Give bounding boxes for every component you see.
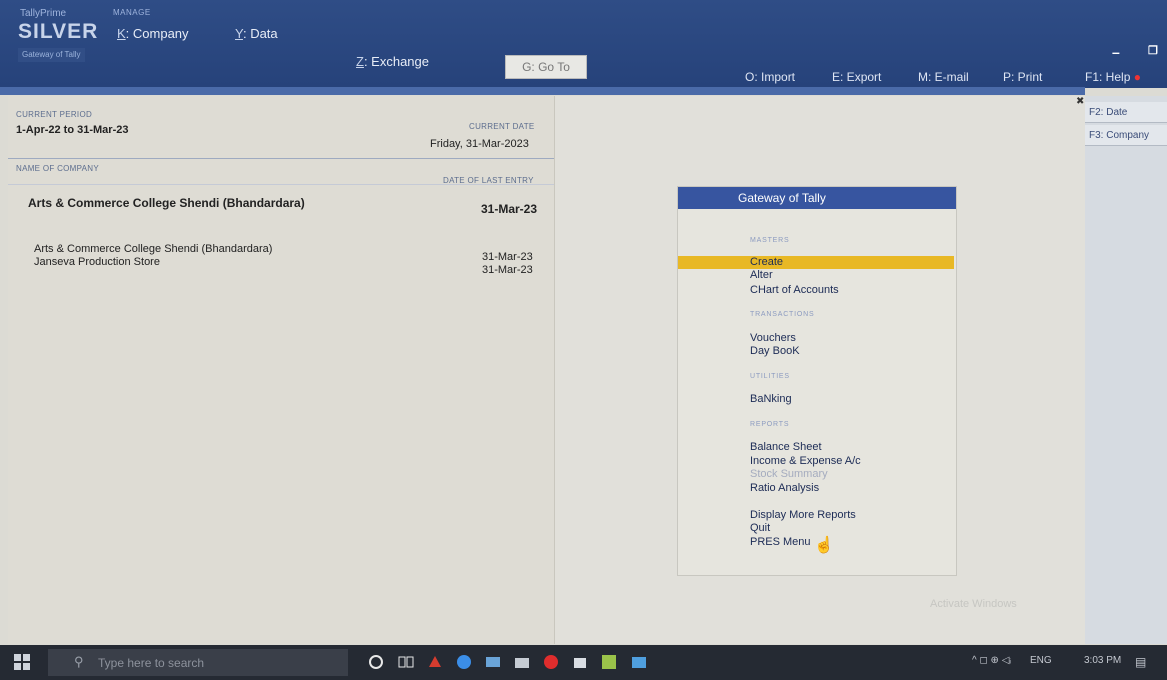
cortana-icon[interactable] bbox=[367, 653, 385, 671]
menu-pres[interactable]: PRES Menu bbox=[750, 536, 811, 548]
title-bar: TallyPrime MANAGE SILVER Gateway of Tall… bbox=[0, 0, 1167, 88]
gateway-title: Gateway of Tally bbox=[678, 187, 956, 209]
taskbar-search[interactable]: ⚲ Type here to search bbox=[48, 649, 348, 676]
header-divider bbox=[0, 87, 1085, 95]
company-list-date: 31-Mar-23 bbox=[482, 251, 533, 263]
notification-icon[interactable]: ▤ bbox=[1135, 655, 1146, 669]
menu-alter[interactable]: Alter bbox=[750, 269, 773, 281]
divider bbox=[8, 158, 554, 159]
menu-data[interactable]: Y: Data bbox=[235, 26, 278, 41]
windows-start-icon[interactable] bbox=[14, 654, 30, 670]
company-name-header: NAME OF COMPANY bbox=[16, 164, 100, 173]
acrobat-icon[interactable] bbox=[426, 653, 444, 671]
tally-window: TallyPrime MANAGE SILVER Gateway of Tall… bbox=[0, 0, 1167, 645]
minimize-icon[interactable]: – bbox=[1112, 44, 1120, 60]
help-indicator-icon: ● bbox=[1133, 70, 1141, 84]
opera-icon[interactable] bbox=[542, 653, 560, 671]
hand-cursor-icon: ☝ bbox=[814, 537, 834, 554]
current-date-label: CURRENT DATE bbox=[469, 122, 535, 131]
maximize-icon[interactable]: ❐ bbox=[1148, 44, 1158, 57]
brand-manage: MANAGE bbox=[113, 8, 151, 17]
task-view-icon[interactable] bbox=[397, 653, 415, 671]
section-transactions: TRANSACTIONS bbox=[750, 311, 815, 318]
company-list-item[interactable]: Arts & Commerce College Shendi (Bhandard… bbox=[34, 243, 272, 255]
menu-display-more-reports[interactable]: Display More Reports bbox=[750, 509, 856, 521]
app-icon[interactable] bbox=[484, 653, 502, 671]
menu-quit[interactable]: Quit bbox=[750, 522, 770, 534]
menu-banking[interactable]: BaNking bbox=[750, 393, 792, 405]
menu-import[interactable]: O: Import bbox=[745, 70, 795, 84]
menu-chart-of-accounts[interactable]: CHart of Accounts bbox=[750, 284, 839, 296]
menu-ratio-analysis[interactable]: Ratio Analysis bbox=[750, 482, 819, 494]
section-utilities: UTILITIES bbox=[750, 373, 790, 380]
menu-help[interactable]: F1: Help ● bbox=[1085, 70, 1141, 84]
gateway-menu: Gateway of Tally MASTERS Create Alter CH… bbox=[677, 186, 957, 576]
activation-watermark: Activate Windows bbox=[930, 598, 1017, 610]
menu-create[interactable]: Create bbox=[678, 256, 954, 269]
edge-icon[interactable] bbox=[455, 653, 473, 671]
current-period-label: CURRENT PERIOD bbox=[16, 110, 93, 119]
menu-exchange[interactable]: Z: Exchange bbox=[356, 54, 429, 69]
app-icon[interactable] bbox=[630, 653, 648, 671]
close-icon[interactable]: ✖ bbox=[1076, 96, 1084, 107]
menu-balance-sheet[interactable]: Balance Sheet bbox=[750, 441, 822, 453]
explorer-icon[interactable] bbox=[513, 653, 531, 671]
menu-email[interactable]: M: E-mail bbox=[918, 70, 969, 84]
section-masters: MASTERS bbox=[750, 237, 790, 244]
active-company-name[interactable]: Arts & Commerce College Shendi (Bhandard… bbox=[28, 196, 305, 210]
current-period-value: 1-Apr-22 to 31-Mar-23 bbox=[16, 124, 129, 136]
goto-button[interactable]: G: Go To bbox=[505, 55, 587, 79]
active-company-date: 31-Mar-23 bbox=[481, 202, 538, 216]
f3-company-button[interactable]: F3: Company bbox=[1085, 125, 1167, 146]
section-reports: REPORTS bbox=[750, 421, 790, 428]
menu-company[interactable]: K: Company bbox=[117, 26, 189, 41]
clock[interactable]: 3:03 PM bbox=[1084, 655, 1121, 666]
f2-date-button[interactable]: F2: Date bbox=[1085, 102, 1167, 123]
menu-stock-summary[interactable]: Stock Summary bbox=[750, 468, 828, 480]
menu-vouchers[interactable]: Vouchers bbox=[750, 332, 796, 344]
company-info-panel: CURRENT PERIOD 1-Apr-22 to 31-Mar-23 CUR… bbox=[8, 96, 555, 644]
divider bbox=[8, 184, 554, 185]
language-indicator[interactable]: ENG bbox=[1030, 655, 1052, 666]
tally-icon[interactable] bbox=[600, 653, 618, 671]
menu-export[interactable]: E: Export bbox=[832, 70, 881, 84]
brand-product: TallyPrime bbox=[20, 8, 67, 19]
brand-edition: SILVER bbox=[18, 20, 99, 43]
menu-income-expense[interactable]: Income & Expense A/c bbox=[750, 455, 861, 467]
company-list-date: 31-Mar-23 bbox=[482, 264, 533, 276]
breadcrumb: Gateway of Tally bbox=[18, 48, 85, 62]
tray-icons[interactable]: ^ ◻ ⊕ ◁ᵢ bbox=[972, 655, 1011, 666]
menu-day-book[interactable]: Day BooK bbox=[750, 345, 800, 357]
company-list-item[interactable]: Janseva Production Store bbox=[34, 256, 160, 268]
store-icon[interactable] bbox=[571, 653, 589, 671]
current-date-value: Friday, 31-Mar-2023 bbox=[430, 138, 529, 150]
menu-print[interactable]: P: Print bbox=[1003, 70, 1042, 84]
taskbar: ⚲ Type here to search ^ ◻ ⊕ ◁ᵢ ENG 3:03 … bbox=[0, 645, 1167, 680]
button-bar: F2: Date F3: Company bbox=[1085, 96, 1167, 644]
search-icon: ⚲ bbox=[74, 654, 84, 669]
search-placeholder: Type here to search bbox=[98, 656, 205, 670]
